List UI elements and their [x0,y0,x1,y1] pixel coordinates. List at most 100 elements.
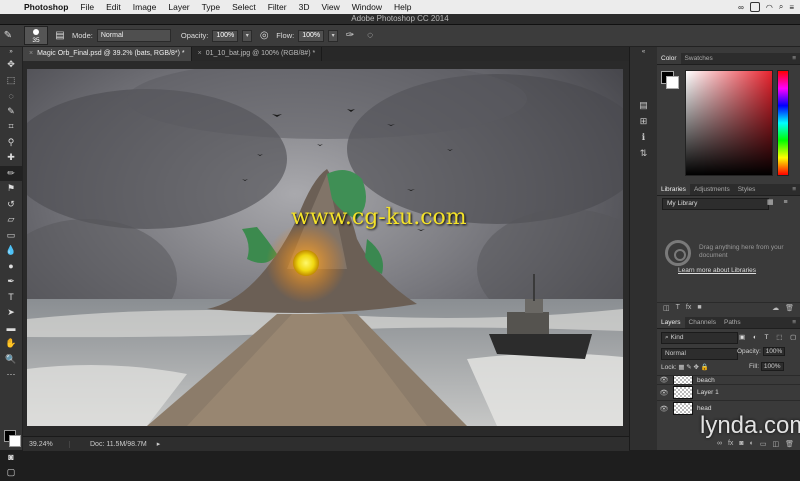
more-tools-icon[interactable]: ⋯ [0,367,22,383]
hand-tool-icon[interactable]: ✋ [0,336,22,352]
library-view-icons[interactable]: ▦ ≡ [767,198,792,206]
flow-dropdown-icon[interactable]: ▾ [328,29,339,42]
panel-menu-icon[interactable]: ≡ [792,317,800,328]
menu-image[interactable]: Image [127,2,163,12]
add-graphic-icon[interactable]: ◫ [663,304,670,312]
menu-layer[interactable]: Layer [162,2,195,12]
healing-tool-icon[interactable]: ✚ [0,150,22,166]
tab-channels[interactable]: Channels [685,317,720,328]
menu-3d[interactable]: 3D [293,2,316,12]
panel-menu-icon[interactable]: ≡ [792,53,800,64]
doc-tab[interactable]: × 01_10_bat.jpg @ 100% (RGB/8#) * [192,47,323,61]
airbrush-icon[interactable]: ✑ [342,28,358,44]
status-menu-icon[interactable]: ▸ [157,440,161,448]
tab-libraries[interactable]: Libraries [657,184,690,195]
menu-filter[interactable]: Filter [262,2,293,12]
opacity-dropdown-icon[interactable]: ▾ [242,29,253,42]
properties-icon[interactable]: ⊞ [630,113,657,129]
menu-type[interactable]: Type [196,2,226,12]
link-layers-icon[interactable]: ∞ [717,440,722,450]
panel-menu-icon[interactable]: ≡ [792,184,800,195]
eyedropper-tool-icon[interactable]: ⚲ [0,135,22,151]
new-layer-icon[interactable]: ◫ [772,440,779,450]
mode-select[interactable]: Normal [96,29,171,42]
move-tool-icon[interactable]: ✥ [0,57,22,73]
layer-opacity-input[interactable]: 100% [762,347,786,356]
history-icon[interactable]: ▤ [630,97,657,113]
crop-tool-icon[interactable]: ⌗ [0,119,22,135]
eraser-tool-icon[interactable]: ▱ [0,212,22,228]
tab-styles[interactable]: Styles [734,184,760,195]
info-icon[interactable]: ℹ [630,129,657,145]
pressure-opacity-icon[interactable]: ◎ [256,28,272,44]
quick-mask-icon[interactable]: ◙ [0,449,22,465]
display-icon[interactable] [749,2,760,12]
menu-help[interactable]: Help [388,2,417,12]
wifi-icon[interactable]: ◠ [766,3,773,12]
document-canvas[interactable] [27,69,623,426]
zoom-level[interactable]: 39.24% [23,440,70,448]
background-color-swatch[interactable] [9,435,21,447]
learn-more-link[interactable]: Learn more about Libraries [678,267,756,274]
visibility-eye-icon[interactable]: 👁 [657,376,671,384]
brush-preset-picker[interactable]: 35 [24,26,48,45]
menu-select[interactable]: Select [226,2,262,12]
delete-layer-icon[interactable]: 🗑 [785,440,794,450]
add-color-icon[interactable]: ■ [697,304,701,311]
delete-icon[interactable]: 🗑 [785,304,800,312]
tab-paths[interactable]: Paths [720,317,745,328]
gradient-tool-icon[interactable]: ▭ [0,228,22,244]
dodge-tool-icon[interactable]: ● [0,259,22,275]
lock-icons[interactable]: ▦ ✎ ✥ 🔒 [678,364,709,371]
add-mask-icon[interactable]: ◙ [739,440,743,450]
stamp-tool-icon[interactable]: ⚑ [0,181,22,197]
layer-row[interactable]: 👁 beach [657,375,800,384]
marquee-tool-icon[interactable]: ⬚ [0,73,22,89]
add-style-icon[interactable]: fx [686,304,691,311]
pressure-size-icon[interactable]: ◌ [362,28,378,44]
creative-cloud-icon[interactable]: ∞ [738,3,744,12]
fx-icon[interactable]: fx [728,440,733,450]
sync-icon[interactable]: ☁ [772,304,779,312]
collapse-panels-icon[interactable]: « [630,47,657,57]
hue-slider[interactable] [777,70,789,176]
brush-tool-icon[interactable]: ✎ [0,28,16,44]
layer-row[interactable]: 👁 Layer 1 [657,384,800,400]
collapse-icon[interactable]: » [0,47,22,57]
tab-adjustments[interactable]: Adjustments [690,184,734,195]
menu-edit[interactable]: Edit [100,2,127,12]
blur-tool-icon[interactable]: 💧 [0,243,22,259]
menu-view[interactable]: View [315,2,345,12]
tab-layers[interactable]: Layers [657,317,685,328]
tab-color[interactable]: Color [657,53,681,64]
shape-tool-icon[interactable]: ▬ [0,321,22,337]
brush-tool-icon[interactable]: ✏ [0,165,22,181]
screen-mode-icon[interactable]: ▢ [0,465,22,481]
filter-kind-select[interactable]: ⌕ Kind [661,332,738,344]
layer-filter-icons[interactable]: ▣ ◐ T ⬚ ▢ ● [739,333,800,341]
menu-file[interactable]: File [74,2,100,12]
new-group-icon[interactable]: ▭ [760,440,767,450]
type-tool-icon[interactable]: T [0,290,22,306]
visibility-eye-icon[interactable]: 👁 [657,405,671,413]
pen-tool-icon[interactable]: ✒ [0,274,22,290]
add-text-icon[interactable]: T [676,304,680,311]
tab-swatches[interactable]: Swatches [681,53,717,64]
menu-app[interactable]: Photoshop [18,2,74,12]
close-tab-icon[interactable]: × [29,50,33,57]
brush-panel-icon[interactable]: ▤ [52,28,68,44]
adjust-icon[interactable]: ⇅ [630,145,657,161]
adjustment-layer-icon[interactable]: ◐ [750,440,754,450]
color-picker-field[interactable] [685,70,773,176]
lasso-tool-icon[interactable]: ◌ [0,88,22,104]
opacity-input[interactable]: 100% [212,29,239,42]
doc-tab-active[interactable]: × Magic Orb_Final.psd @ 39.2% (bats, RGB/… [23,47,192,61]
zoom-tool-icon[interactable]: 🔍 [0,352,22,368]
history-brush-icon[interactable]: ↺ [0,197,22,213]
path-select-tool-icon[interactable]: ➤ [0,305,22,321]
visibility-eye-icon[interactable]: 👁 [657,389,671,397]
background-color-chip[interactable] [666,76,679,89]
fill-input[interactable]: 100% [760,362,784,371]
list-icon[interactable]: ≡ [789,3,794,12]
close-tab-icon[interactable]: × [198,50,202,57]
